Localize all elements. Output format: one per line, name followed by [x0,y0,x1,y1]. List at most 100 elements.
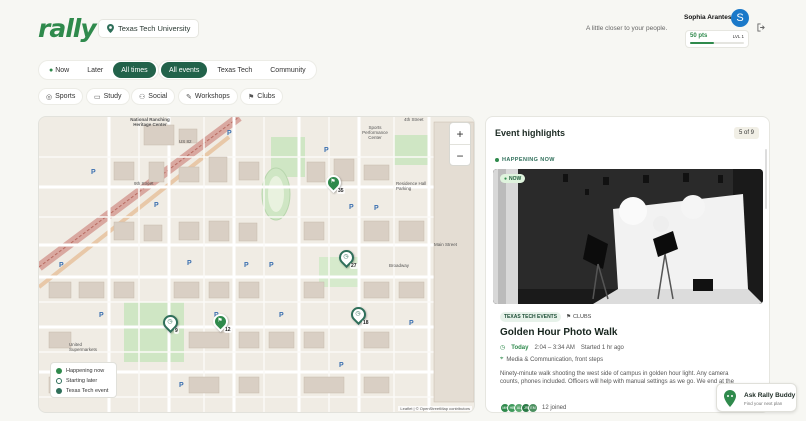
map-label-parking: Residence Hall Parking [396,181,427,191]
map-label-us82: US 82 [179,139,192,144]
flag-icon: ⚑ [330,179,336,185]
legend-item: Texas Tech event [56,386,111,396]
flag-icon: ⚑ [566,314,572,320]
legend-swatch-texas-tech [56,388,62,394]
event-time: ◷ Today 2:04 – 3:34 AM Started 1 hr ago [500,344,624,352]
joined-count: 12 joined [542,405,567,411]
svg-text:P: P [244,262,249,269]
ask-rally-buddy-button[interactable]: Ask Rally Buddy Find your next plan [716,383,797,412]
category-workshops[interactable]: ✎ Workshops [178,88,238,105]
category-label: Clubs [257,93,276,100]
event-tags: TEXAS TECH EVENTS ⚑ CLUBS [500,312,591,322]
event-day: Today [511,344,529,351]
location-label: Texas Tech University [118,24,191,33]
event-photo[interactable]: ● NOW [493,169,763,304]
map-label-supermarkets: United Supermarkets [69,342,98,352]
filter-now-label: Now [55,66,70,74]
legend-label: Happening now [66,368,105,374]
user-name: Sophia Arantes [684,14,732,21]
clock-icon: ◷ [500,345,506,351]
location-pin-icon: ⌖ [500,356,504,362]
now-dot-icon: ● [49,66,54,74]
section-happening-now: HAPPENING NOW [495,157,555,163]
flag-icon: ⚑ [217,318,223,324]
legend-swatch-now [56,368,62,374]
panel-scrollbar[interactable] [765,149,767,209]
svg-text:P: P [91,169,96,176]
zoom-out-button[interactable]: − [450,145,470,167]
category-label: Study [103,93,122,100]
filter-now[interactable]: ● Now [41,62,77,78]
svg-text:P: P [154,202,159,209]
wrench-icon: ✎ [186,93,192,101]
marker-count: 18 [362,320,370,326]
svg-text:P: P [279,312,284,319]
map-attribution[interactable]: Leaflet | © OpenStreetMap contributors [398,406,472,411]
filter-all-events[interactable]: All events [161,62,208,78]
category-label: Sports [55,93,76,100]
attendee-avatars: MK HB AL JR EM [500,403,538,412]
clock-icon: ◷ [343,254,349,260]
scope-filter-group: All events Texas Tech Community [158,60,317,80]
event-time-range: 2:04 – 3:34 AM [534,344,575,351]
location-selector[interactable]: Texas Tech University [98,19,200,38]
location-pin-icon [107,24,114,33]
clock-icon: ◷ [167,319,173,325]
filter-later[interactable]: Later [79,62,111,78]
logout-icon[interactable] [757,23,766,32]
map-legend: Happening now Starting later Texas Tech … [50,362,117,398]
zoom-in-button[interactable]: + [450,123,470,145]
buddy-title: Ask Rally Buddy [744,392,796,399]
attendees: MK HB AL JR EM 12 joined [500,403,567,412]
category-sports[interactable]: ◎ Sports [38,88,84,105]
filter-texas-tech[interactable]: Texas Tech [209,62,260,78]
svg-text:P: P [227,130,232,137]
legend-label: Starting later [66,378,98,384]
campus-map[interactable]: PPPP PPPP PPPP PPPP National Ranching He… [38,116,475,413]
live-dot-icon [495,158,499,162]
filter-all-times[interactable]: All times [113,62,156,78]
legend-item: Happening now [56,366,111,376]
event-organizer: Media & Communication, front steps [506,356,604,363]
svg-text:P: P [349,204,354,211]
svg-text:P: P [59,262,64,269]
avatar: EM [528,403,538,412]
panel-title: Event highlights [495,128,566,138]
points-progress-fill [690,42,715,44]
marker-count: 12 [224,327,232,333]
category-clubs[interactable]: ⚑ Clubs [240,88,284,105]
event-started: Started 1 hr ago [580,344,624,351]
points-progress-bar [690,42,744,44]
svg-text:P: P [324,147,329,154]
avatar[interactable]: S [731,9,749,27]
category-label: Workshops [194,93,230,100]
event-title[interactable]: Golden Hour Photo Walk [500,327,617,338]
map-label-broadway: Broadway [389,263,410,268]
marker-count: 35 [337,188,345,194]
now-badge: ● NOW [500,174,526,183]
filter-community[interactable]: Community [262,62,313,78]
live-dot-icon: ● [504,175,508,182]
svg-text:P: P [187,260,192,267]
map-label-main: Main Street [434,242,458,247]
level-label: LVL 1 [732,34,744,39]
event-location: ⌖ Media & Communication, front steps [500,356,603,363]
tagline: A little closer to your people. [586,25,668,32]
marker-count: 9 [174,328,179,334]
marker-count: 27 [350,263,358,269]
flag-icon: ⚑ [248,93,255,101]
svg-text:P: P [269,262,274,269]
rally-logo[interactable]: rally [38,14,97,43]
svg-text:P: P [99,312,104,319]
book-icon: ▭ [94,93,101,101]
points-card: 50 pts LVL 1 [685,30,749,48]
tag-texas-tech: TEXAS TECH EVENTS [500,312,562,322]
category-label: Social [148,93,168,100]
event-highlights-panel: Event highlights 5 of 9 HAPPENING NOW ● N… [485,116,770,413]
category-study[interactable]: ▭ Study [86,88,130,105]
legend-label: Texas Tech event [66,388,109,394]
category-social[interactable]: ⚇ Social [131,88,176,105]
event-description: Ninety-minute walk shooting the west sid… [500,371,734,385]
map-label-sports: Sports Performance Center [362,125,388,140]
map-label-9th: 9th Street [134,181,154,186]
